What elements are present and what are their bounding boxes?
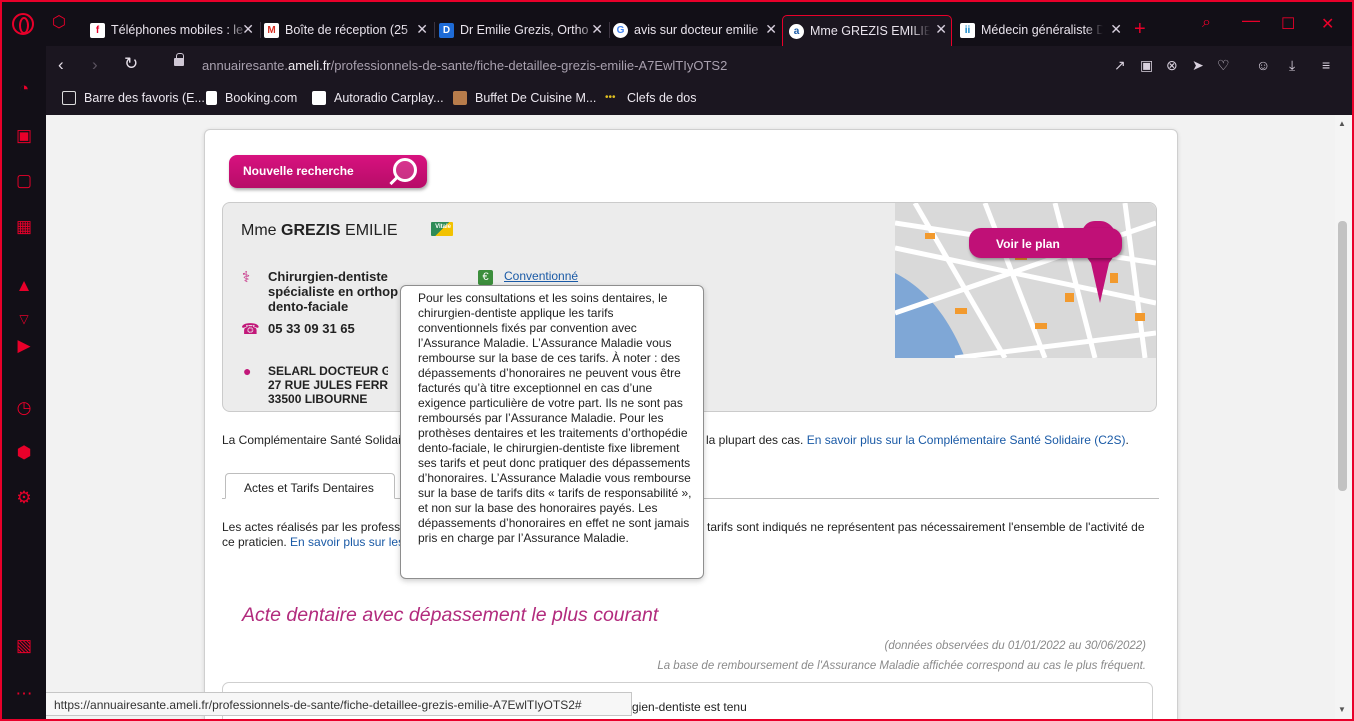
- new-tab-icon[interactable]: +: [1134, 18, 1146, 41]
- practitioner-name: Mme GREZIS EMILIE: [241, 222, 398, 239]
- shop-icon: [453, 91, 467, 105]
- c2s-link[interactable]: En savoir plus sur la Complémentaire San…: [807, 433, 1126, 447]
- aria-icon[interactable]: ▲: [14, 276, 34, 296]
- menu-icon[interactable]: ≡: [1322, 57, 1330, 73]
- flash-icon: f: [90, 22, 105, 38]
- maximize-icon[interactable]: ☐: [1281, 14, 1295, 34]
- page-viewport: Nouvelle recherche Mme GREZIS EMILIE Vit…: [46, 115, 1335, 721]
- c2s-text: La Complémentaire Santé Solidai: [222, 433, 401, 447]
- tab-2[interactable]: M Boîte de réception (25 ✕: [264, 16, 432, 44]
- convention-tooltip: Pour les consultations et les soins dent…: [400, 285, 704, 579]
- close-tab-icon[interactable]: ✕: [935, 21, 947, 38]
- actes-description-right: tarifs sont indiqués ne représentent pas…: [707, 520, 1145, 534]
- bookmarks-bar: Barre des favoris (E... Booking.com Auto…: [46, 84, 1352, 114]
- base-note: La base de remboursement de l'Assurance …: [657, 660, 1146, 672]
- gmail-icon: M: [264, 22, 279, 38]
- bookmark-buffet[interactable]: Buffet De Cuisine M...: [453, 91, 596, 105]
- chevron-icon[interactable]: ▽: [14, 309, 34, 329]
- close-tab-icon[interactable]: ✕: [242, 21, 254, 38]
- phone-number[interactable]: 05 33 09 31 65: [268, 321, 355, 336]
- close-tab-icon[interactable]: ✕: [591, 21, 603, 38]
- close-tab-icon[interactable]: ✕: [765, 21, 777, 38]
- scroll-up-icon[interactable]: ▲: [1338, 119, 1346, 128]
- url-field[interactable]: annuairesante.ameli.fr/professionnels-de…: [202, 58, 727, 73]
- forward-icon[interactable]: ›: [92, 55, 98, 75]
- heart-icon[interactable]: ♡: [1217, 57, 1230, 74]
- location-pin-icon: ●: [243, 363, 252, 379]
- map-thumbnail[interactable]: [895, 203, 1156, 358]
- close-tab-icon[interactable]: ✕: [416, 21, 428, 38]
- tab-5-active[interactable]: a Mme GREZIS EMILIE, C ✕: [782, 15, 952, 46]
- speed-dial-icon[interactable]: ◔: [14, 79, 34, 99]
- player-icon[interactable]: ▶: [14, 336, 34, 356]
- section-title: Acte dentaire avec dépassement le plus c…: [242, 604, 659, 626]
- gx-controller-icon[interactable]: ⬡: [52, 14, 66, 32]
- back-icon[interactable]: ‹: [58, 55, 64, 75]
- scroll-down-icon[interactable]: ▼: [1338, 705, 1346, 714]
- phone-icon: ☎: [241, 321, 260, 338]
- folder-icon: [62, 91, 76, 105]
- doctolib-icon: D: [439, 22, 454, 38]
- google-icon: G: [613, 22, 628, 38]
- stethoscope-icon: ⚕: [242, 269, 251, 286]
- bookmark-booking[interactable]: Booking.com: [206, 91, 297, 105]
- search-tabs-icon[interactable]: ⌕: [1202, 14, 1211, 32]
- adblock-icon[interactable]: ⊗: [1166, 57, 1178, 74]
- euro-icon: €: [478, 270, 493, 285]
- acte-details-text: gien-dentiste est tenu: [632, 700, 747, 714]
- cube-icon[interactable]: ⬢: [14, 443, 34, 463]
- dots-icon: •••: [605, 92, 616, 103]
- c2s-info: la plupart des cas. En savoir plus sur l…: [706, 433, 1129, 447]
- scrollbar-thumb[interactable]: [1338, 221, 1347, 491]
- settings-icon[interactable]: ⚙: [14, 488, 34, 508]
- new-search-button[interactable]: Nouvelle recherche: [229, 155, 427, 188]
- share-icon[interactable]: ↗: [1114, 57, 1126, 74]
- gallery-icon[interactable]: ▧: [14, 636, 34, 656]
- specialty: Chirurgien-dentiste spécialiste en ortho…: [268, 269, 399, 314]
- send-icon[interactable]: ➤: [1192, 57, 1204, 74]
- twitch-icon[interactable]: ▢: [14, 171, 34, 191]
- camera-icon[interactable]: ▣: [1140, 57, 1153, 74]
- actes-description: Les actes réalisés par les profess: [222, 520, 401, 534]
- close-window-icon[interactable]: ✕: [1321, 14, 1334, 34]
- tab-6[interactable]: ii Médecin généraliste D ✕: [960, 16, 1126, 44]
- view-map-button[interactable]: Voir le plan: [969, 228, 1122, 258]
- opera-logo-icon[interactable]: [12, 13, 34, 35]
- more-icon[interactable]: ⋯: [14, 684, 34, 704]
- practice-address: SELARL DOCTEUR GR 27 RUE JULES FERRY 335…: [268, 364, 388, 406]
- history-icon[interactable]: ◷: [14, 398, 34, 418]
- tab-3[interactable]: D Dr Emilie Grezis, Ortho ✕: [439, 16, 607, 44]
- bookmark-folder[interactable]: Barre des favoris (E...: [62, 91, 205, 105]
- amazon-icon: [312, 91, 326, 105]
- bookmark-clefs[interactable]: ••• Clefs de dos: [605, 91, 696, 105]
- magnifier-icon: [393, 158, 417, 182]
- page-icon: [206, 91, 217, 105]
- lock-icon: [174, 53, 184, 66]
- address-bar: ‹ › ↻ annuairesante.ameli.fr/professionn…: [46, 46, 1352, 84]
- observation-period: (données observées du 01/01/2022 au 30/0…: [884, 640, 1146, 652]
- tab-bar: ⬡ f Téléphones mobiles : le ✕ M Boîte de…: [0, 0, 1354, 46]
- sidebar: ◔ ▣ ▢ ▦ ▲ ▽ ▶ ◷ ⬢ ⚙ ▧ ⋯: [0, 46, 46, 721]
- doc-icon: ii: [960, 22, 975, 38]
- minimize-icon[interactable]: —: [1242, 10, 1260, 31]
- cpu-icon[interactable]: ▦: [14, 217, 34, 237]
- account-icon[interactable]: ☺: [1256, 57, 1270, 73]
- actes-description-line2: ce praticien. En savoir plus sur les: [222, 535, 405, 549]
- download-icon[interactable]: ⤓: [1289, 57, 1295, 74]
- ameli-icon: a: [789, 23, 804, 39]
- shopping-bag-icon[interactable]: ▣: [14, 126, 34, 146]
- tab-actes-tarifs[interactable]: Actes et Tarifs Dentaires: [225, 473, 395, 499]
- close-tab-icon[interactable]: ✕: [1110, 21, 1122, 38]
- vitale-card-icon: Vitale: [431, 222, 453, 236]
- actes-more-link[interactable]: En savoir plus sur les: [290, 535, 404, 549]
- bookmark-autoradio[interactable]: Autoradio Carplay...: [312, 91, 444, 105]
- convention-link[interactable]: Conventionné: [504, 269, 578, 283]
- reload-icon[interactable]: ↻: [124, 54, 138, 74]
- link-status-bar: https://annuairesante.ameli.fr/professio…: [46, 692, 632, 716]
- page-scrollbar[interactable]: ▲ ▼: [1335, 115, 1352, 719]
- tab-1[interactable]: f Téléphones mobiles : le ✕: [90, 16, 258, 44]
- tab-4[interactable]: G avis sur docteur emilie ✕: [613, 16, 781, 44]
